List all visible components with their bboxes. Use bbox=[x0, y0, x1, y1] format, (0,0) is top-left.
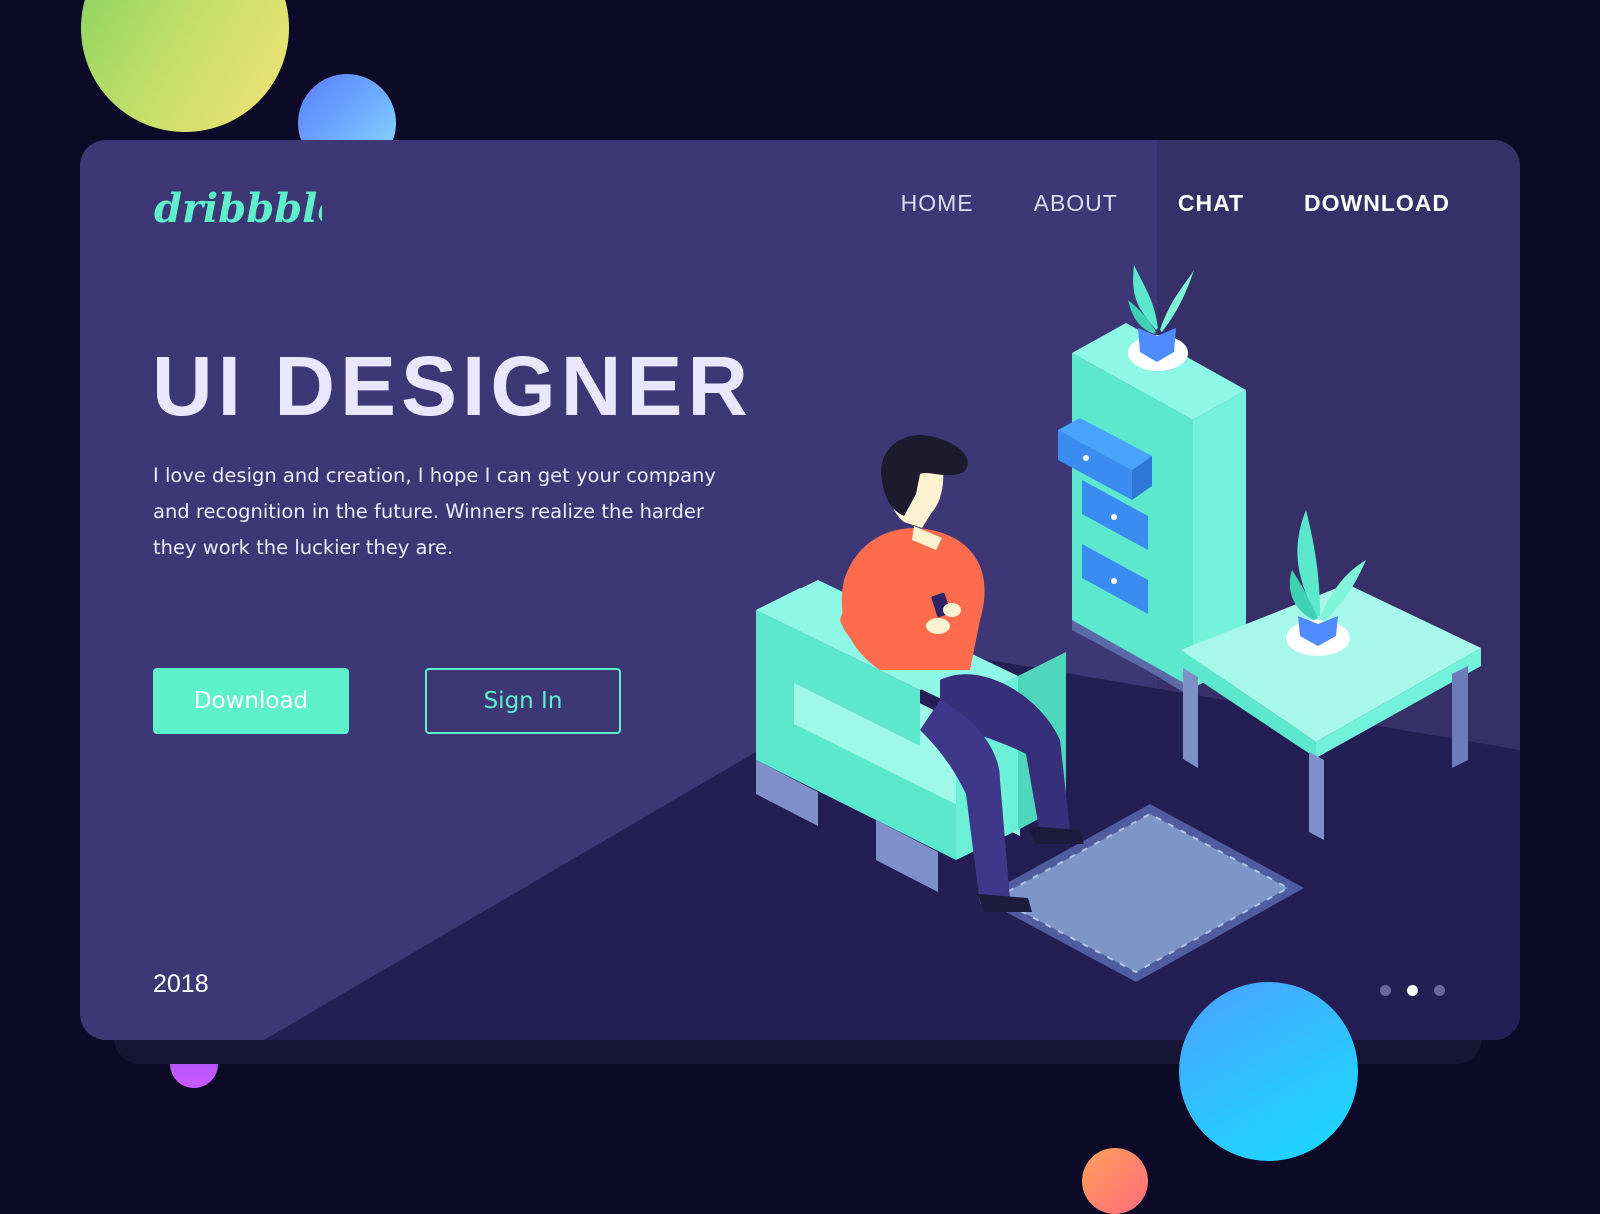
sign-in-button[interactable]: Sign In bbox=[425, 668, 621, 734]
hero-card: dribbble HOME ABOUT CHAT DOWNLOAD UI DES… bbox=[80, 140, 1520, 1040]
hero-description: I love design and creation, I hope I can… bbox=[153, 464, 716, 559]
nav-about[interactable]: ABOUT bbox=[1034, 190, 1118, 217]
nav-chat[interactable]: CHAT bbox=[1178, 190, 1244, 217]
nav-home[interactable]: HOME bbox=[901, 190, 974, 217]
download-button[interactable]: Download bbox=[153, 668, 349, 734]
dribbble-logo-mark: dribbble bbox=[154, 185, 343, 232]
isometric-illustration bbox=[756, 265, 1481, 982]
dribbble-logo[interactable]: dribbble bbox=[152, 170, 343, 240]
nav-download[interactable]: DOWNLOAD bbox=[1304, 190, 1450, 217]
decor-circle-cyan bbox=[1179, 982, 1358, 1161]
hero-title: UI DESIGNER bbox=[152, 339, 754, 433]
decor-circle-yellow bbox=[81, 0, 289, 132]
carousel-indicators bbox=[1380, 985, 1445, 996]
carousel-dot-1[interactable] bbox=[1380, 985, 1391, 996]
drawer-cabinet bbox=[1058, 265, 1246, 698]
main-nav: HOME ABOUT CHAT DOWNLOAD bbox=[841, 190, 1450, 217]
rug-illustration bbox=[980, 804, 1304, 982]
logo-text: dribbble bbox=[154, 185, 322, 232]
carousel-dot-2[interactable] bbox=[1407, 985, 1418, 996]
year-label: 2018 bbox=[153, 970, 209, 998]
carousel-dot-3[interactable] bbox=[1434, 985, 1445, 996]
decor-circle-orange bbox=[1082, 1148, 1148, 1214]
